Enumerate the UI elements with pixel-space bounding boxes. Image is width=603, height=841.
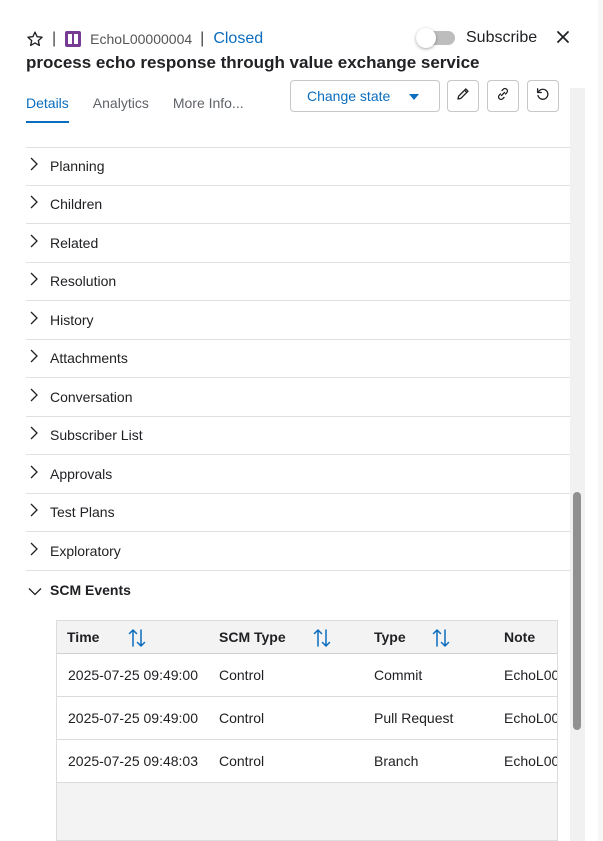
cell-type: Branch [374,753,419,769]
column-header-type[interactable]: Type [374,629,406,645]
tab-details[interactable]: Details [26,95,69,123]
section-label: Attachments [50,350,128,366]
section-label: Resolution [50,273,117,289]
cell-note: EchoL00 [504,667,558,683]
chevron-right-icon [28,542,40,556]
section-subscriber-list[interactable]: Subscriber List [26,417,570,455]
work-item-id: EchoL00000004 [90,31,193,47]
pencil-icon [455,86,471,107]
table-header: Time SCM Type Type Note [57,621,557,654]
cell-note: EchoL00 [504,753,558,769]
chevron-right-icon [28,157,40,171]
cell-type: Commit [374,667,423,683]
section-resolution[interactable]: Resolution [26,263,570,301]
header-separator: | [200,30,205,47]
sort-icon[interactable] [431,627,451,649]
cell-time: 2025-07-25 09:49:00 [68,667,198,683]
cell-note: EchoL00 [504,710,558,726]
refresh-button[interactable] [527,80,559,112]
column-header-scm-type[interactable]: SCM Type [219,629,286,645]
section-label: Exploratory [50,543,121,559]
section-exploratory[interactable]: Exploratory [26,533,570,571]
state-link[interactable]: Closed [213,30,263,48]
close-icon[interactable] [554,28,572,46]
change-state-button[interactable]: Change state [290,80,440,112]
cell-time: 2025-07-25 09:48:03 [68,753,198,769]
refresh-icon [535,86,551,107]
section-children[interactable]: Children [26,186,570,224]
cell-scm-type: Control [219,667,265,683]
chevron-right-icon [28,388,40,402]
section-label: Conversation [50,389,133,405]
chevron-down-icon [28,584,42,598]
copy-link-button[interactable] [487,80,519,112]
section-approvals[interactable]: Approvals [26,456,570,494]
section-conversation[interactable]: Conversation [26,379,570,417]
link-icon [495,86,511,107]
section-related[interactable]: Related [26,225,570,263]
work-item-icon [65,31,82,47]
cell-scm-type: Control [219,710,265,726]
chevron-right-icon [28,349,40,363]
chevron-right-icon [28,465,40,479]
chevron-right-icon [28,503,40,517]
section-label: SCM Events [50,582,131,598]
subscribe-label: Subscribe [466,29,538,46]
scrollbar-thumb[interactable] [573,492,581,730]
table-row[interactable]: 2025-07-25 09:48:03 Control Branch EchoL00 [57,740,558,783]
table-row[interactable]: 2025-07-25 09:49:00 Control Commit EchoL00 [57,654,558,697]
cell-scm-type: Control [219,753,265,769]
section-label: Approvals [50,466,113,482]
edit-button[interactable] [447,80,479,112]
outer-scrollbar[interactable] [598,0,603,841]
section-label: History [50,312,94,328]
change-state-label: Change state [307,88,391,104]
tab-bar: Details Analytics More Info... [26,95,268,123]
table-row[interactable]: 2025-07-25 09:49:00 Control Pull Request Ec… [57,697,558,740]
section-label: Planning [50,158,105,174]
section-test-plans[interactable]: Test Plans [26,494,570,532]
cell-time: 2025-07-25 09:49:00 [68,710,198,726]
section-label: Test Plans [50,504,115,520]
section-planning[interactable]: Planning [26,148,570,186]
toggle-knob [416,28,436,48]
section-attachments[interactable]: Attachments [26,340,570,378]
scm-events-table: Time SCM Type Type Note 2025-07-25 09:49… [56,620,558,841]
section-scm-events[interactable]: SCM Events [26,580,570,602]
caret-down-icon [409,94,419,100]
chevron-right-icon [28,195,40,209]
section-history[interactable]: History [26,302,570,340]
tab-more-info[interactable]: More Info... [173,95,244,123]
subscribe-toggle[interactable] [416,28,456,48]
star-icon[interactable] [26,30,44,48]
section-label: Subscriber List [50,427,143,443]
tab-analytics[interactable]: Analytics [93,95,149,123]
header-separator: | [52,30,57,47]
chevron-right-icon [28,272,40,286]
chevron-right-icon [28,234,40,248]
column-header-note[interactable]: Note [504,629,535,645]
page-title: process echo response through value exch… [26,53,480,72]
column-header-time[interactable]: Time [67,629,99,645]
section-label: Related [50,235,99,251]
sort-icon[interactable] [312,627,332,649]
chevron-right-icon [28,311,40,325]
sort-icon[interactable] [127,627,147,649]
section-label: Children [50,196,103,212]
cell-type: Pull Request [374,710,454,726]
chevron-right-icon [28,426,40,440]
